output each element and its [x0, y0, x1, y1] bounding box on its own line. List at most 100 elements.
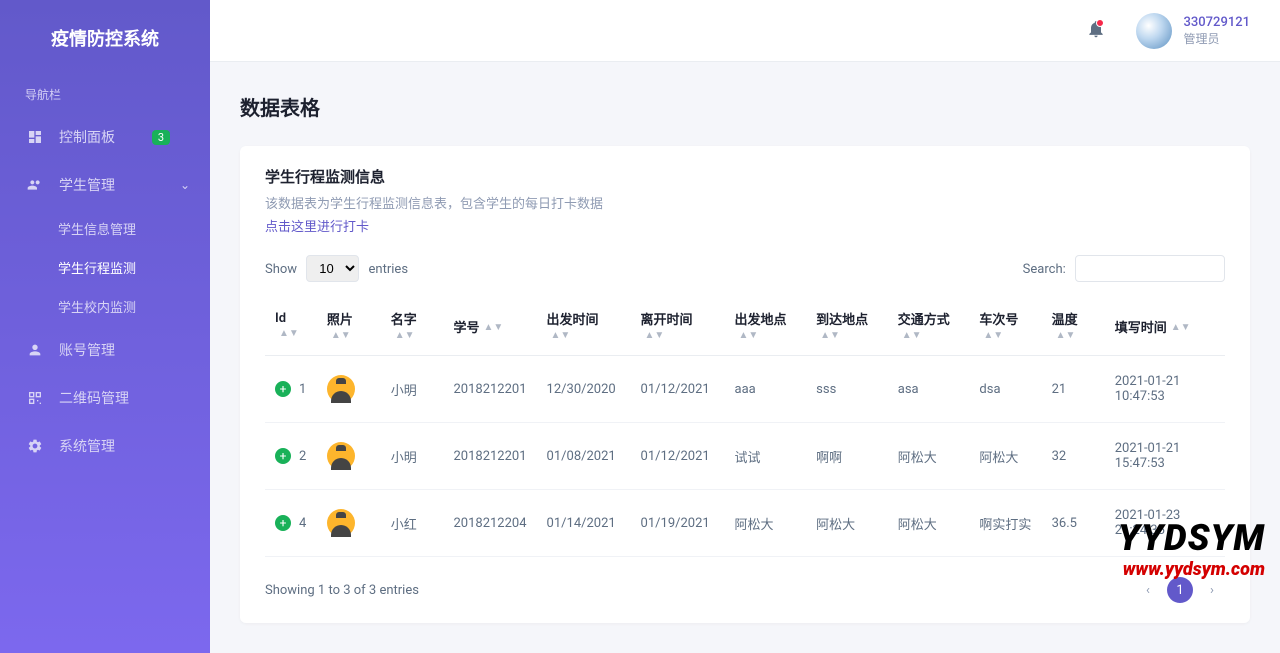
cell-train-no: dsa [969, 356, 1041, 423]
cell-id: 2 [299, 449, 306, 464]
cell-temperature: 36.5 [1042, 490, 1105, 557]
user-avatar [1136, 13, 1172, 49]
row-avatar [327, 509, 355, 537]
users-icon [25, 175, 45, 195]
nav-qrcode-label: 二维码管理 [59, 388, 129, 408]
cell-depart-time: 01/08/2021 [537, 423, 631, 490]
nav-system[interactable]: 系统管理 [0, 422, 210, 470]
cell-leave-time: 01/12/2021 [631, 356, 725, 423]
cell-arrive-place: 阿松大 [806, 490, 888, 557]
nav-student-info[interactable]: 学生信息管理 [0, 209, 210, 248]
dt-search-label: Search: [1023, 262, 1066, 277]
cell-depart-place: 试试 [725, 423, 807, 490]
row-avatar [327, 442, 355, 470]
nav-qrcode[interactable]: 二维码管理 [0, 374, 210, 422]
cell-depart-time: 01/14/2021 [537, 490, 631, 557]
nav-section-label: 导航栏 [0, 76, 210, 113]
gear-icon [25, 436, 45, 456]
username: 330729121 [1184, 15, 1251, 30]
card: 学生行程监测信息 该数据表为学生行程监测信息表，包含学生的每日打卡数据 点击这里… [240, 146, 1250, 623]
dt-length-select[interactable]: 10 [306, 255, 359, 282]
user-role: 管理员 [1184, 30, 1251, 47]
dt-show-label: Show [265, 262, 297, 277]
th-depart-time[interactable]: 出发时间▲▼ [537, 297, 631, 356]
nav-account-label: 账号管理 [59, 340, 115, 360]
cell-transport: 阿松大 [888, 490, 970, 557]
notification-bell[interactable] [1086, 19, 1106, 43]
nav-account[interactable]: 账号管理 [0, 326, 210, 374]
dt-info: Showing 1 to 3 of 3 entries [265, 583, 419, 598]
topbar: 330729121 管理员 [210, 0, 1280, 62]
cell-train-no: 啊实打实 [969, 490, 1041, 557]
cell-fill-time: 2021-01-23 21:24:35 [1105, 490, 1225, 557]
nav-student-trip[interactable]: 学生行程监测 [0, 248, 210, 287]
expand-row-btn[interactable]: + [275, 448, 291, 464]
card-title: 学生行程监测信息 [265, 166, 1225, 187]
cell-temperature: 21 [1042, 356, 1105, 423]
cell-id: 4 [299, 516, 306, 531]
th-leave-time[interactable]: 离开时间▲▼ [631, 297, 725, 356]
card-subtitle: 该数据表为学生行程监测信息表，包含学生的每日打卡数据 [265, 193, 1225, 212]
th-fill-time[interactable]: 填写时间▲▼ [1105, 297, 1225, 356]
brand-title: 疫情防控系统 [0, 0, 210, 76]
nav-student[interactable]: 学生管理 ⌄ [0, 161, 210, 209]
cell-depart-place: aaa [725, 356, 807, 423]
cell-arrive-place: 啊啊 [806, 423, 888, 490]
user-menu[interactable]: 330729121 管理员 [1136, 13, 1251, 49]
page-next[interactable]: › [1199, 577, 1225, 603]
cell-transport: 阿松大 [888, 423, 970, 490]
cell-depart-time: 12/30/2020 [537, 356, 631, 423]
cell-name: 小明 [381, 423, 444, 490]
dt-search-input[interactable] [1075, 255, 1225, 282]
data-table: Id▲▼ 照片▲▼ 名字▲▼ 学号▲▼ 出发时间▲▼ 离开时间▲▼ 出发地点▲▼… [265, 297, 1225, 557]
card-link-checkin[interactable]: 点击这里进行打卡 [265, 216, 369, 235]
cell-fill-time: 2021-01-21 10:47:53 [1105, 356, 1225, 423]
th-photo[interactable]: 照片▲▼ [317, 297, 381, 356]
page-title: 数据表格 [240, 92, 1250, 121]
cell-sno: 2018212204 [443, 490, 536, 557]
notification-dot [1096, 19, 1104, 27]
page-1[interactable]: 1 [1167, 577, 1193, 603]
nav-dashboard-badge: 3 [152, 130, 170, 145]
cell-sno: 2018212201 [443, 423, 536, 490]
qrcode-icon [25, 388, 45, 408]
cell-name: 小红 [381, 490, 444, 557]
nav-student-campus[interactable]: 学生校内监测 [0, 287, 210, 326]
cell-train-no: 阿松大 [969, 423, 1041, 490]
account-icon [25, 340, 45, 360]
th-id[interactable]: Id▲▼ [265, 297, 317, 356]
th-sno[interactable]: 学号▲▼ [443, 297, 536, 356]
page-prev[interactable]: ‹ [1135, 577, 1161, 603]
dt-entries-label: entries [369, 262, 409, 277]
cell-temperature: 32 [1042, 423, 1105, 490]
th-temperature[interactable]: 温度▲▼ [1042, 297, 1105, 356]
nav-student-label: 学生管理 [59, 175, 115, 195]
pagination: ‹ 1 › [1135, 577, 1225, 603]
nav-dashboard[interactable]: 控制面板 3 [0, 113, 210, 161]
cell-leave-time: 01/19/2021 [631, 490, 725, 557]
th-transport[interactable]: 交通方式▲▼ [888, 297, 970, 356]
th-depart-place[interactable]: 出发地点▲▼ [725, 297, 807, 356]
th-name[interactable]: 名字▲▼ [381, 297, 444, 356]
cell-fill-time: 2021-01-21 15:47:53 [1105, 423, 1225, 490]
nav-dashboard-label: 控制面板 [59, 127, 115, 147]
th-train-no[interactable]: 车次号▲▼ [969, 297, 1041, 356]
table-row: +4小红201821220401/14/202101/19/2021阿松大阿松大… [265, 490, 1225, 557]
sidebar: 疫情防控系统 导航栏 控制面板 3 学生管理 ⌄ 学生信息管理 学生行程监测 学… [0, 0, 210, 653]
expand-row-btn[interactable]: + [275, 515, 291, 531]
th-arrive-place[interactable]: 到达地点▲▼ [806, 297, 888, 356]
chevron-down-icon: ⌄ [180, 178, 190, 192]
cell-depart-place: 阿松大 [725, 490, 807, 557]
cell-arrive-place: sss [806, 356, 888, 423]
cell-sno: 2018212201 [443, 356, 536, 423]
row-avatar [327, 375, 355, 403]
dt-length-control: Show 10 entries [265, 255, 408, 282]
dashboard-icon [25, 127, 45, 147]
dt-search-control: Search: [1023, 255, 1225, 282]
cell-name: 小明 [381, 356, 444, 423]
cell-id: 1 [299, 382, 306, 397]
nav-system-label: 系统管理 [59, 436, 115, 456]
table-row: +1 小明201821220112/30/202001/12/2021aaasss… [265, 356, 1225, 423]
expand-row-btn[interactable]: + [275, 381, 291, 397]
cell-transport: asa [888, 356, 970, 423]
